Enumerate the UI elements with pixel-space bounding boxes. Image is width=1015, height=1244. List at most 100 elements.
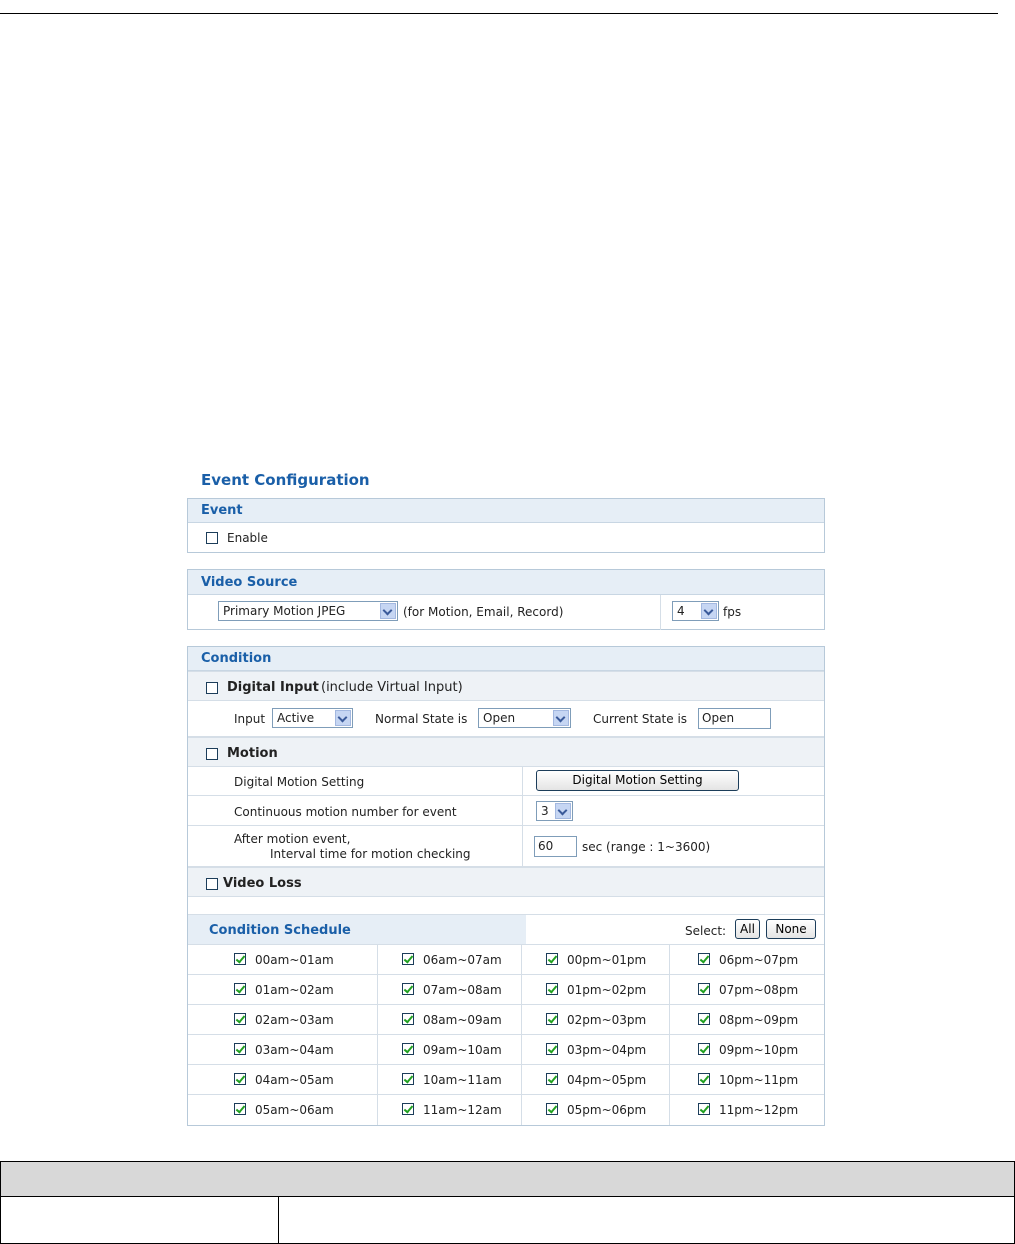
schedule-hour-label: 03pm~04pm — [567, 1043, 647, 1057]
schedule-checkbox[interactable] — [402, 1103, 414, 1115]
schedule-hour-label: 05pm~06pm — [567, 1103, 647, 1117]
column-divider — [522, 796, 523, 826]
video-loss-checkbox[interactable] — [206, 877, 218, 890]
column-divider — [522, 767, 523, 796]
schedule-hour-label: 10pm~11pm — [719, 1073, 799, 1087]
motion-checkbox[interactable] — [206, 747, 218, 760]
schedule-hour-label: 11pm~12pm — [719, 1103, 799, 1117]
schedule-cell: 09am~10am — [378, 1035, 522, 1065]
schedule-checkbox[interactable] — [698, 953, 710, 965]
bottom-table — [0, 1161, 1015, 1244]
column-divider — [660, 595, 661, 630]
schedule-cell: 02am~03am — [188, 1005, 378, 1035]
video-source-note: (for Motion, Email, Record) — [403, 605, 564, 619]
digital-input-settings-row: Input Active Normal State is Open Curren… — [188, 701, 824, 737]
schedule-cell: 01am~02am — [188, 975, 378, 1005]
schedule-hour-label: 01am~02am — [255, 983, 334, 997]
select-label: Select: — [685, 924, 727, 938]
after-motion-label: After motion event, — [234, 832, 351, 846]
schedule-cell: 05pm~06pm — [522, 1095, 670, 1125]
schedule-cell: 00pm~01pm — [522, 945, 670, 975]
schedule-cell: 11am~12am — [378, 1095, 522, 1125]
current-state-label: Current State is — [593, 712, 688, 726]
schedule-cell: 06am~07am — [378, 945, 522, 975]
schedule-cell: 10pm~11pm — [670, 1065, 824, 1095]
digital-motion-setting-row: Digital Motion Setting Digital Motion Se… — [188, 767, 824, 796]
schedule-hour-label: 07pm~08pm — [719, 983, 799, 997]
continuous-motion-label: Continuous motion number for event — [234, 805, 457, 819]
schedule-checkbox[interactable] — [698, 1013, 710, 1025]
select-all-button[interactable]: All — [735, 919, 760, 939]
schedule-checkbox[interactable] — [234, 1103, 246, 1115]
schedule-hour-label: 02am~03am — [255, 1013, 334, 1027]
digital-input-note: (include Virtual Input) — [321, 680, 463, 695]
schedule-checkbox[interactable] — [546, 1013, 558, 1025]
event-enable-row: Enable — [188, 523, 824, 552]
schedule-checkbox[interactable] — [234, 1013, 246, 1025]
schedule-checkbox[interactable] — [546, 1103, 558, 1115]
schedule-checkbox[interactable] — [234, 983, 246, 995]
motion-row: Motion — [188, 737, 824, 767]
enable-checkbox[interactable] — [206, 531, 218, 544]
interval-row: After motion event, Interval time for mo… — [188, 826, 824, 867]
schedule-checkbox[interactable] — [234, 1043, 246, 1055]
schedule-checkbox[interactable] — [698, 983, 710, 995]
schedule-checkbox[interactable] — [402, 953, 414, 965]
schedule-checkbox[interactable] — [234, 1073, 246, 1085]
video-loss-label: Video Loss — [223, 876, 302, 891]
schedule-checkbox[interactable] — [234, 953, 246, 965]
schedule-cell: 07am~08am — [378, 975, 522, 1005]
schedule-checkbox[interactable] — [546, 953, 558, 965]
chevron-down-icon — [555, 803, 571, 819]
schedule-checkbox[interactable] — [402, 1013, 414, 1025]
schedule-hour-label: 01pm~02pm — [567, 983, 647, 997]
schedule-checkbox[interactable] — [546, 1043, 558, 1055]
column-divider — [522, 826, 523, 867]
schedule-hour-label: 06pm~07pm — [719, 953, 799, 967]
schedule-hour-label: 04pm~05pm — [567, 1073, 647, 1087]
normal-state-value: Open — [483, 711, 516, 725]
schedule-cell: 02pm~03pm — [522, 1005, 670, 1035]
schedule-checkbox[interactable] — [402, 983, 414, 995]
enable-label: Enable — [227, 531, 268, 545]
digital-input-label: Digital Input — [227, 680, 319, 695]
schedule-checkbox[interactable] — [698, 1103, 710, 1115]
schedule-cell: 10am~11am — [378, 1065, 522, 1095]
spacer-row — [188, 897, 824, 915]
schedule-hour-label: 08am~09am — [423, 1013, 502, 1027]
schedule-cell: 04pm~05pm — [522, 1065, 670, 1095]
schedule-checkbox[interactable] — [698, 1073, 710, 1085]
schedule-header-row: Condition Schedule Select: All None — [188, 915, 824, 945]
schedule-cell: 06pm~07pm — [670, 945, 824, 975]
bottom-table-header — [1, 1162, 1014, 1197]
chevron-down-icon — [380, 603, 396, 619]
schedule-checkbox[interactable] — [402, 1073, 414, 1085]
fps-value: 4 — [677, 604, 685, 618]
bottom-table-divider — [278, 1197, 279, 1243]
select-none-button[interactable]: None — [766, 919, 816, 939]
normal-state-select[interactable]: Open — [478, 708, 571, 728]
schedule-checkbox[interactable] — [698, 1043, 710, 1055]
schedule-checkbox[interactable] — [402, 1043, 414, 1055]
digital-motion-setting-button[interactable]: Digital Motion Setting — [536, 770, 739, 791]
continuous-motion-select[interactable]: 3 — [536, 801, 573, 821]
schedule-hour-label: 10am~11am — [423, 1073, 502, 1087]
schedule-checkbox[interactable] — [546, 983, 558, 995]
fps-select[interactable]: 4 — [672, 601, 719, 621]
schedule-cell: 03am~04am — [188, 1035, 378, 1065]
interval-input[interactable]: 60 — [534, 836, 577, 857]
schedule-hour-label: 02pm~03pm — [567, 1013, 647, 1027]
video-source-select[interactable]: Primary Motion JPEG — [218, 601, 398, 621]
schedule-cell: 05am~06am — [188, 1095, 378, 1125]
chevron-down-icon — [335, 710, 351, 726]
event-header: Event — [188, 499, 824, 523]
digital-input-checkbox[interactable] — [206, 681, 218, 694]
schedule-cell: 09pm~10pm — [670, 1035, 824, 1065]
schedule-checkbox[interactable] — [546, 1073, 558, 1085]
current-state-field: Open — [698, 708, 771, 729]
input-select[interactable]: Active — [272, 708, 353, 728]
schedule-hour-label: 08pm~09pm — [719, 1013, 799, 1027]
video-source-row: Primary Motion JPEG (for Motion, Email, … — [188, 595, 824, 630]
motion-label: Motion — [227, 746, 278, 761]
schedule-hour-label: 00am~01am — [255, 953, 334, 967]
